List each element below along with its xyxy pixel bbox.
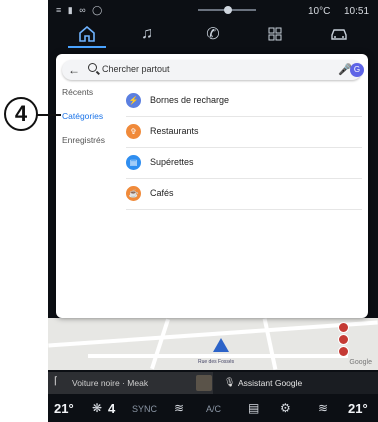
search-icon [88,63,97,72]
top-nav-bar: ♫ ✆ [48,20,378,48]
climate-bar: 21° ❋ 4 SYNC ≋ A/C ▤ ⚙ ≋ 21° [48,398,378,422]
music-icon[interactable]: ♫ [132,22,162,46]
account-avatar[interactable]: G [350,63,364,77]
bluetooth-icon: ⌈ [54,376,58,387]
map-pin-icon[interactable] [338,346,349,357]
assistant-mic-icon[interactable]: 🎙 [224,377,235,388]
category-label: Supérettes [150,157,194,167]
seat-icon[interactable]: ≋ [318,401,328,415]
album-art [196,375,212,391]
ev-charger-icon: ⚡ [126,93,141,108]
search-panel: ← Chercher partout 🎤 G Récents Catégorie… [56,54,368,318]
category-item-restaurants[interactable]: ✞ Restaurants [126,117,362,148]
active-tab-indicator [68,46,106,48]
status-icons: ≡ ▮ ∞ ◯ [56,5,105,15]
home-icon[interactable] [72,22,102,46]
sidebar-item-saved[interactable]: Enregistrés [62,134,122,158]
google-map-logo: Google [349,359,372,366]
category-sidebar: Récents Catégories Enregistrés [62,86,122,158]
category-label: Bornes de recharge [150,95,230,105]
callout-leader-line [37,114,61,116]
left-temperature[interactable]: 21° [54,401,74,416]
coffee-icon: ☕ [126,186,141,201]
map-road [150,318,170,370]
category-label: Cafés [150,188,174,198]
sync-button[interactable]: SYNC [132,404,157,414]
search-input[interactable]: Chercher partout [102,64,170,74]
category-item-cafes[interactable]: ☕ Cafés [126,179,362,210]
status-bar: ≡ ▮ ∞ ◯ 10°C 10:51 [48,0,378,20]
map-view[interactable]: Rue des Fossés Google [48,318,378,370]
category-item-convenience-stores[interactable]: ▤ Supérettes [126,148,362,179]
sidebar-item-recents[interactable]: Récents [62,86,122,110]
map-pin-icon[interactable] [338,334,349,345]
sidebar-item-categories[interactable]: Catégories [62,110,122,134]
rear-defrost-icon[interactable]: ▤ [248,401,259,415]
callout-4-label: 4 [14,101,28,126]
category-label: Restaurants [150,126,199,136]
right-temperature[interactable]: 21° [348,401,368,416]
fan-icon[interactable]: ❋ [92,401,102,415]
assistant-button[interactable]: Assistant Google [238,378,302,388]
map-road [88,354,348,358]
back-arrow-icon[interactable]: ← [68,63,80,77]
seat-heat-icon[interactable]: ≋ [174,401,184,415]
media-progress-indicator [198,6,256,14]
map-road [262,318,278,370]
car-icon[interactable] [324,22,354,46]
outside-temperature: 10°C [308,6,331,17]
progress-knob [224,6,232,14]
restaurant-icon: ✞ [126,124,141,139]
infotainment-screen: ≡ ▮ ∞ ◯ 10°C 10:51 ♫ ✆ Rue des Fossés Go… [48,0,378,422]
fan-level: 4 [108,401,116,416]
search-bar[interactable]: ← Chercher partout 🎤 G [62,60,364,80]
clock: 10:51 [344,6,370,17]
steering-heat-icon[interactable]: ⚙ [280,401,291,415]
ac-button[interactable]: A/C [206,404,221,414]
now-playing-track: Voiture noire · Meak [72,378,149,388]
now-playing[interactable]: ⌈ Voiture noire · Meak [48,372,213,394]
apps-icon[interactable] [260,22,290,46]
map-pin-icon[interactable] [338,322,349,333]
phone-icon[interactable]: ✆ [198,22,228,46]
map-street-label: Rue des Fossés [198,359,235,365]
category-item-ev-charging[interactable]: ⚡ Bornes de recharge [126,86,362,117]
media-bar: ⌈ Voiture noire · Meak 🎙 Assistant Googl… [48,372,378,394]
category-list: ⚡ Bornes de recharge ✞ Restaurants ▤ Sup… [126,86,362,210]
shopping-cart-icon: ▤ [126,155,141,170]
callout-4-circle: 4 [4,97,38,131]
navigation-arrow-icon [213,338,229,352]
